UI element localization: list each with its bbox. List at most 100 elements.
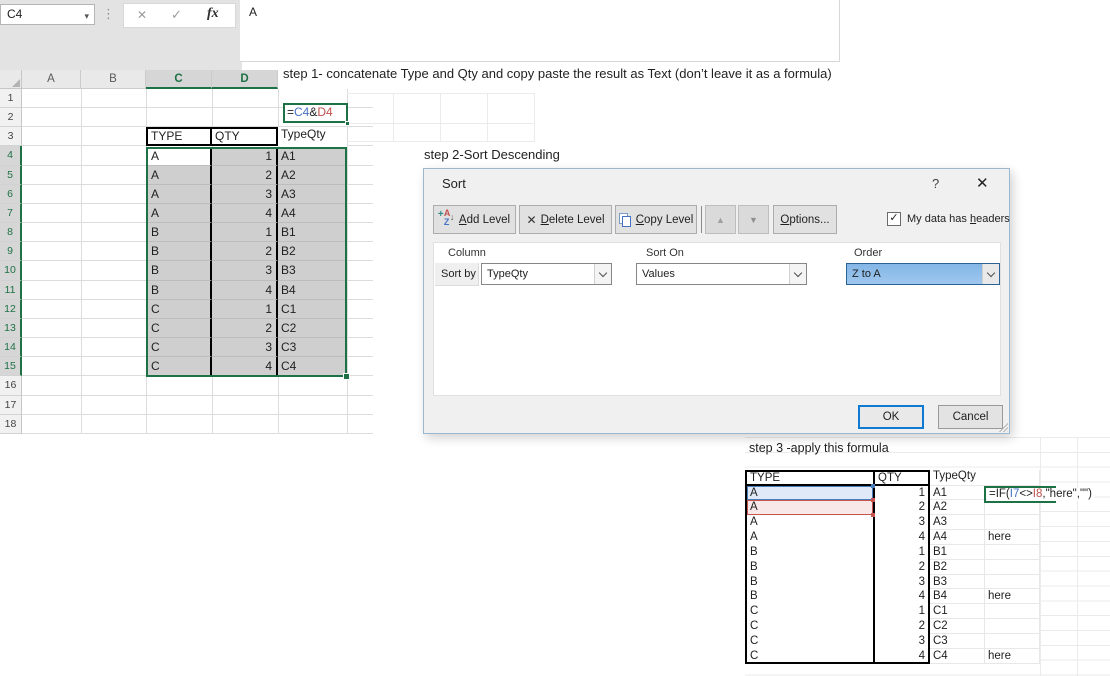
sheet-cell-typeqty[interactable]: A3 (278, 184, 347, 204)
sheet-cell-typeqty[interactable]: B4 (278, 280, 347, 300)
step3-formula-text[interactable]: =IF(I7<>I8,"here","") (987, 488, 1094, 501)
row-header-12[interactable]: 12 (0, 299, 22, 319)
step3-cell-typeqty[interactable]: C2 (930, 619, 985, 634)
sheet-cell-typeqty[interactable]: C4 (278, 357, 347, 377)
sheet-cell-typeqty[interactable]: C1 (278, 299, 347, 319)
row-header-14[interactable]: 14 (0, 338, 22, 358)
row-header-15[interactable]: 15 (0, 357, 22, 377)
step3-cell-typeqty[interactable]: C1 (930, 604, 985, 620)
sheet-cell-qty[interactable]: 2 (212, 318, 278, 339)
step3-cell-type[interactable]: B (745, 589, 875, 605)
fill-handle[interactable] (343, 372, 350, 380)
sheet-cell-qty[interactable]: 1 (212, 299, 278, 319)
row-header-17[interactable]: 17 (0, 395, 22, 415)
cancel-button[interactable]: Cancel (938, 405, 1003, 429)
step3-cell-qty[interactable]: 4 (875, 530, 930, 545)
sheet-cell-qty[interactable]: 4 (212, 203, 278, 224)
sheet-cell-typeqty[interactable]: A4 (278, 203, 347, 224)
step3-cell-qty[interactable]: 4 (875, 589, 930, 605)
sheet-cell-qty[interactable]: 4 (212, 357, 278, 377)
help-icon[interactable]: ? (932, 176, 939, 191)
sheet-cell-type[interactable]: A (146, 146, 212, 166)
step3-cell-qty[interactable]: 4 (875, 648, 930, 664)
step3-cell-typeqty[interactable]: A3 (930, 515, 985, 531)
ok-button[interactable]: OK (858, 405, 924, 429)
column-header-c[interactable]: C (146, 70, 212, 89)
step3-cell-type[interactable]: B (745, 559, 875, 575)
step3-cell-note[interactable]: here (985, 648, 1040, 664)
row-header-5[interactable]: 5 (0, 165, 22, 185)
sheet-cell-qty[interactable]: 1 (212, 146, 278, 166)
sheet-cell-typeqty[interactable]: A2 (278, 165, 347, 185)
step3-cell-typeqty[interactable]: C4 (930, 648, 985, 664)
step3-cell-typeqty[interactable]: B3 (930, 574, 985, 590)
sheet-cell-typeqty[interactable]: B3 (278, 261, 347, 281)
row-header-7[interactable]: 7 (0, 203, 22, 224)
delete-level-button[interactable]: ✕ Delete Level (519, 205, 612, 234)
step3-cell-qty[interactable]: 1 (875, 485, 930, 501)
cancel-entry-icon[interactable]: ✕ (137, 8, 147, 22)
step3-cell-typeqty[interactable]: A1 (930, 485, 985, 501)
step3-cell-type[interactable]: A (745, 515, 875, 531)
sheet-cell-qty[interactable]: 3 (212, 184, 278, 204)
step3-cell-qty[interactable]: 1 (875, 544, 930, 560)
step3-cell-typeqty[interactable]: B4 (930, 589, 985, 605)
step3-cell-type[interactable]: C (745, 604, 875, 620)
sheet-cell-type[interactable]: B (146, 280, 212, 300)
sort-on-dropdown[interactable]: Values (636, 263, 807, 285)
sheet-cell-type[interactable]: C (146, 299, 212, 319)
step3-cell-note[interactable] (985, 559, 1040, 575)
row-header-16[interactable]: 16 (0, 376, 22, 396)
step3-cell-note[interactable]: here (985, 530, 1040, 545)
sheet-cell-type[interactable]: B (146, 242, 212, 262)
sheet-cell-type[interactable]: A (146, 184, 212, 204)
sheet-cell-type[interactable]: C (146, 318, 212, 339)
step3-header-typeqty[interactable]: TypeQty (930, 470, 985, 486)
sheet-cell-qty[interactable]: 4 (212, 280, 278, 300)
column-dropdown[interactable]: TypeQty (481, 263, 612, 285)
step3-cell-typeqty[interactable]: A4 (930, 530, 985, 545)
dropdown-button[interactable] (789, 264, 806, 284)
sheet-cell-typeqty[interactable]: B1 (278, 223, 347, 243)
row-header-6[interactable]: 6 (0, 184, 22, 204)
row-header-3[interactable]: 3 (0, 127, 22, 147)
step3-cell-typeqty[interactable]: A2 (930, 500, 985, 516)
table-header-typeqty[interactable]: TypeQty (278, 127, 347, 147)
my-data-has-headers-checkbox[interactable]: ✓ (887, 212, 901, 226)
name-box[interactable]: C4 ▾ (0, 4, 95, 25)
dialog-titlebar[interactable]: Sort ? ✕ (424, 169, 1009, 199)
move-up-button[interactable]: ▲ (705, 205, 736, 234)
step3-cell-note[interactable] (985, 515, 1040, 531)
options-button[interactable]: Options... (773, 205, 837, 234)
step3-cell-qty[interactable]: 3 (875, 515, 930, 531)
dropdown-button[interactable] (982, 264, 999, 284)
step3-header-qty[interactable]: QTY (875, 470, 930, 486)
order-dropdown[interactable]: Z to A (846, 263, 1000, 285)
sheet-cell-qty[interactable]: 1 (212, 223, 278, 243)
step1-formula-cell[interactable]: =C4&D4 (283, 103, 348, 123)
table-header-qty[interactable]: QTY (212, 127, 278, 147)
add-level-button[interactable]: + A Z ↓ Add Level (433, 205, 516, 234)
insert-function-icon[interactable]: fx (207, 6, 219, 22)
step3-cell-note[interactable] (985, 619, 1040, 634)
formula-bar[interactable]: A (240, 0, 840, 62)
column-header-d[interactable]: D (212, 70, 278, 89)
sheet-cell-qty[interactable]: 3 (212, 261, 278, 281)
sheet-cell-type[interactable]: B (146, 223, 212, 243)
sheet-cell-type[interactable]: B (146, 261, 212, 281)
step3-cell-note[interactable] (985, 633, 1040, 649)
row-header-8[interactable]: 8 (0, 223, 22, 243)
step3-cell-note[interactable] (985, 544, 1040, 560)
name-box-dropdown-icon[interactable]: ▾ (84, 7, 89, 26)
sheet-cell-qty[interactable]: 3 (212, 338, 278, 358)
column-header-a[interactable]: A (22, 70, 81, 89)
step3-cell-note[interactable]: here (985, 589, 1040, 605)
fill-handle[interactable] (345, 120, 350, 126)
table-header-type[interactable]: TYPE (146, 127, 212, 147)
step3-cell-type[interactable]: A (745, 498, 875, 518)
select-all-button[interactable] (0, 70, 22, 89)
sheet-cell-typeqty[interactable]: B2 (278, 242, 347, 262)
step3-cell-type[interactable]: C (745, 633, 875, 649)
step3-cell-type[interactable]: C (745, 648, 875, 664)
sheet-cell-type[interactable]: A (146, 203, 212, 224)
